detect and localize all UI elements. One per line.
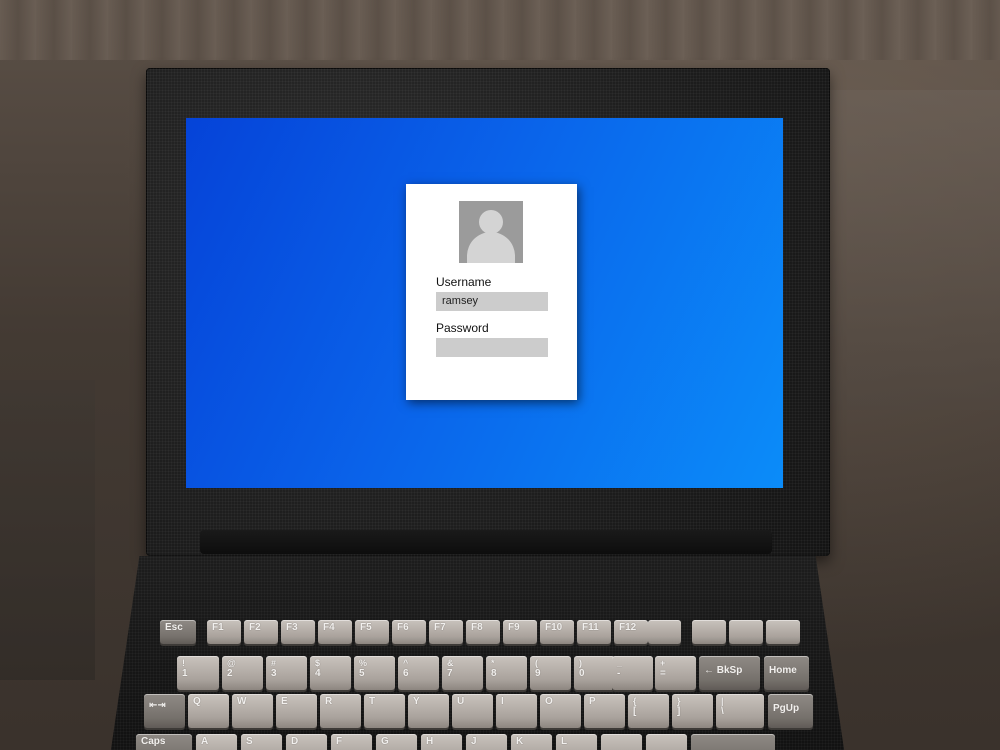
key-f3[interactable]: F3 [281, 620, 315, 644]
key-e[interactable]: E [276, 694, 317, 728]
key-u[interactable]: U [452, 694, 493, 728]
key-blank-1[interactable] [648, 620, 681, 644]
key-5[interactable]: % 5 [354, 656, 395, 690]
key-q[interactable]: Q [188, 694, 229, 728]
key-0[interactable]: ) 0 [574, 656, 615, 690]
key-p[interactable]: P [584, 694, 625, 728]
key-h[interactable]: H [421, 734, 462, 750]
key-enter[interactable] [691, 734, 775, 750]
key-j[interactable]: J [466, 734, 507, 750]
key-f10[interactable]: F10 [540, 620, 574, 644]
key-w[interactable]: W [232, 694, 273, 728]
key-2[interactable]: @2 [222, 656, 263, 690]
key-bracket-right[interactable]: }] [672, 694, 713, 728]
key-home[interactable]: Home [764, 656, 809, 690]
key-pgup[interactable]: PgUp [768, 694, 813, 728]
key-i[interactable]: I [496, 694, 537, 728]
key-o[interactable]: O [540, 694, 581, 728]
key-f11[interactable]: F11 [577, 620, 611, 644]
key-f9[interactable]: F9 [503, 620, 537, 644]
key-f5[interactable]: F5 [355, 620, 389, 644]
key-equals[interactable]: + = [655, 656, 696, 690]
key-6[interactable]: ^ 6 [398, 656, 439, 690]
key-f4[interactable]: F4 [318, 620, 352, 644]
key-f1[interactable]: F1 [207, 620, 241, 644]
key-g[interactable]: G [376, 734, 417, 750]
key-tab[interactable]: ⇤⇥ [144, 694, 185, 728]
key-f12[interactable]: F12 [614, 620, 648, 644]
key-l[interactable]: L [556, 734, 597, 750]
key-minus[interactable]: _ - [612, 656, 653, 690]
key-esc[interactable]: Esc [160, 620, 196, 644]
key-a[interactable]: A [196, 734, 237, 750]
key-r[interactable]: R [320, 694, 361, 728]
key-f2[interactable]: F2 [244, 620, 278, 644]
key-3[interactable]: #3 [266, 656, 307, 690]
key-pipe[interactable]: | \ [716, 694, 764, 728]
key-7[interactable]: & 7 [442, 656, 483, 690]
photo-scene: Username Password Esc F1 F2 F3 F4 F5 F6 … [0, 0, 1000, 750]
key-bracket-left[interactable]: {[ [628, 694, 669, 728]
key-f7[interactable]: F7 [429, 620, 463, 644]
key-t[interactable]: T [364, 694, 405, 728]
key-blank-2[interactable] [692, 620, 726, 644]
key-s[interactable]: S [241, 734, 282, 750]
key-9[interactable]: (9 [530, 656, 571, 690]
key-caps[interactable]: Caps [136, 734, 192, 750]
key-f6[interactable]: F6 [392, 620, 426, 644]
key-1[interactable]: ! 1 [177, 656, 219, 690]
key-d[interactable]: D [286, 734, 327, 750]
key-semicolon[interactable] [601, 734, 642, 750]
key-backspace[interactable]: ← BkSp [699, 656, 760, 690]
key-blank-3[interactable] [729, 620, 763, 644]
key-blank-4[interactable] [766, 620, 800, 644]
key-f8[interactable]: F8 [466, 620, 500, 644]
keyboard: Esc F1 F2 F3 F4 F5 F6 F7 F8 F9 F10 F11 F… [0, 0, 1000, 750]
key-k[interactable]: K [511, 734, 552, 750]
key-f[interactable]: F [331, 734, 372, 750]
key-y[interactable]: Y [408, 694, 449, 728]
key-quote[interactable] [646, 734, 687, 750]
key-4[interactable]: $4 [310, 656, 351, 690]
key-8[interactable]: * 8 [486, 656, 527, 690]
